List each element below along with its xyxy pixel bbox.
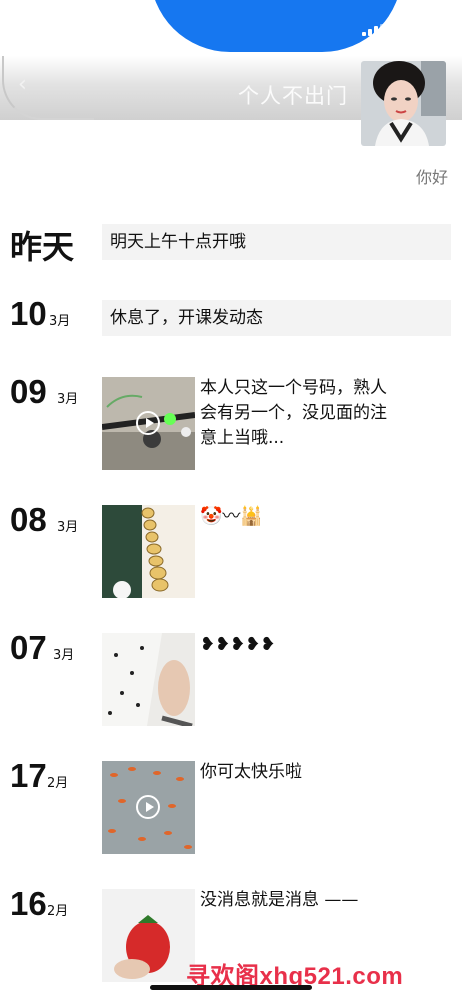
moment-text: 没消息就是消息 ——: [200, 890, 359, 910]
moment-day: 10: [10, 295, 47, 332]
moment-month: 2月: [47, 904, 69, 919]
video-thumbnail[interactable]: [102, 761, 195, 854]
profile-signature: 你好: [415, 168, 448, 187]
play-icon[interactable]: [136, 411, 160, 435]
moment-day: 昨天: [10, 228, 75, 266]
moment-month: 3月: [49, 314, 71, 329]
moment-day: 09: [10, 373, 47, 410]
home-indicator: [150, 985, 312, 990]
moment-text: 🤡〰🕌: [200, 506, 263, 527]
photo-thumbnail[interactable]: [102, 889, 195, 982]
moment-text: ❥❥❥❥❥: [200, 634, 276, 655]
photo-thumbnail[interactable]: [102, 505, 195, 598]
moment-day: 17: [10, 757, 47, 794]
moment-month: 3月: [53, 648, 75, 663]
header-decoration: [2, 56, 94, 120]
profile-name: 个人不出门: [238, 84, 348, 108]
avatar[interactable]: [361, 61, 446, 146]
photo-thumbnail[interactable]: [102, 633, 195, 726]
video-thumbnail[interactable]: [102, 377, 195, 470]
moment-text: 休息了，开课发动态: [102, 300, 451, 336]
signal-icon: [362, 24, 384, 36]
moment-month: 3月: [57, 520, 79, 535]
moment-month: 2月: [47, 776, 69, 791]
moment-text: 本人只这一个号码，熟人会有另一个，没见面的注意上当哦...: [200, 378, 387, 448]
chevron-left-icon[interactable]: ‹: [18, 72, 27, 97]
moment-text: 明天上午十点开哦: [102, 224, 451, 260]
moment-day: 08: [10, 501, 47, 538]
moment-text: 你可太快乐啦: [200, 762, 302, 782]
play-icon[interactable]: [136, 795, 160, 819]
moment-day: 07: [10, 629, 47, 666]
moment-month: 3月: [57, 392, 79, 407]
moment-day: 16: [10, 885, 47, 922]
